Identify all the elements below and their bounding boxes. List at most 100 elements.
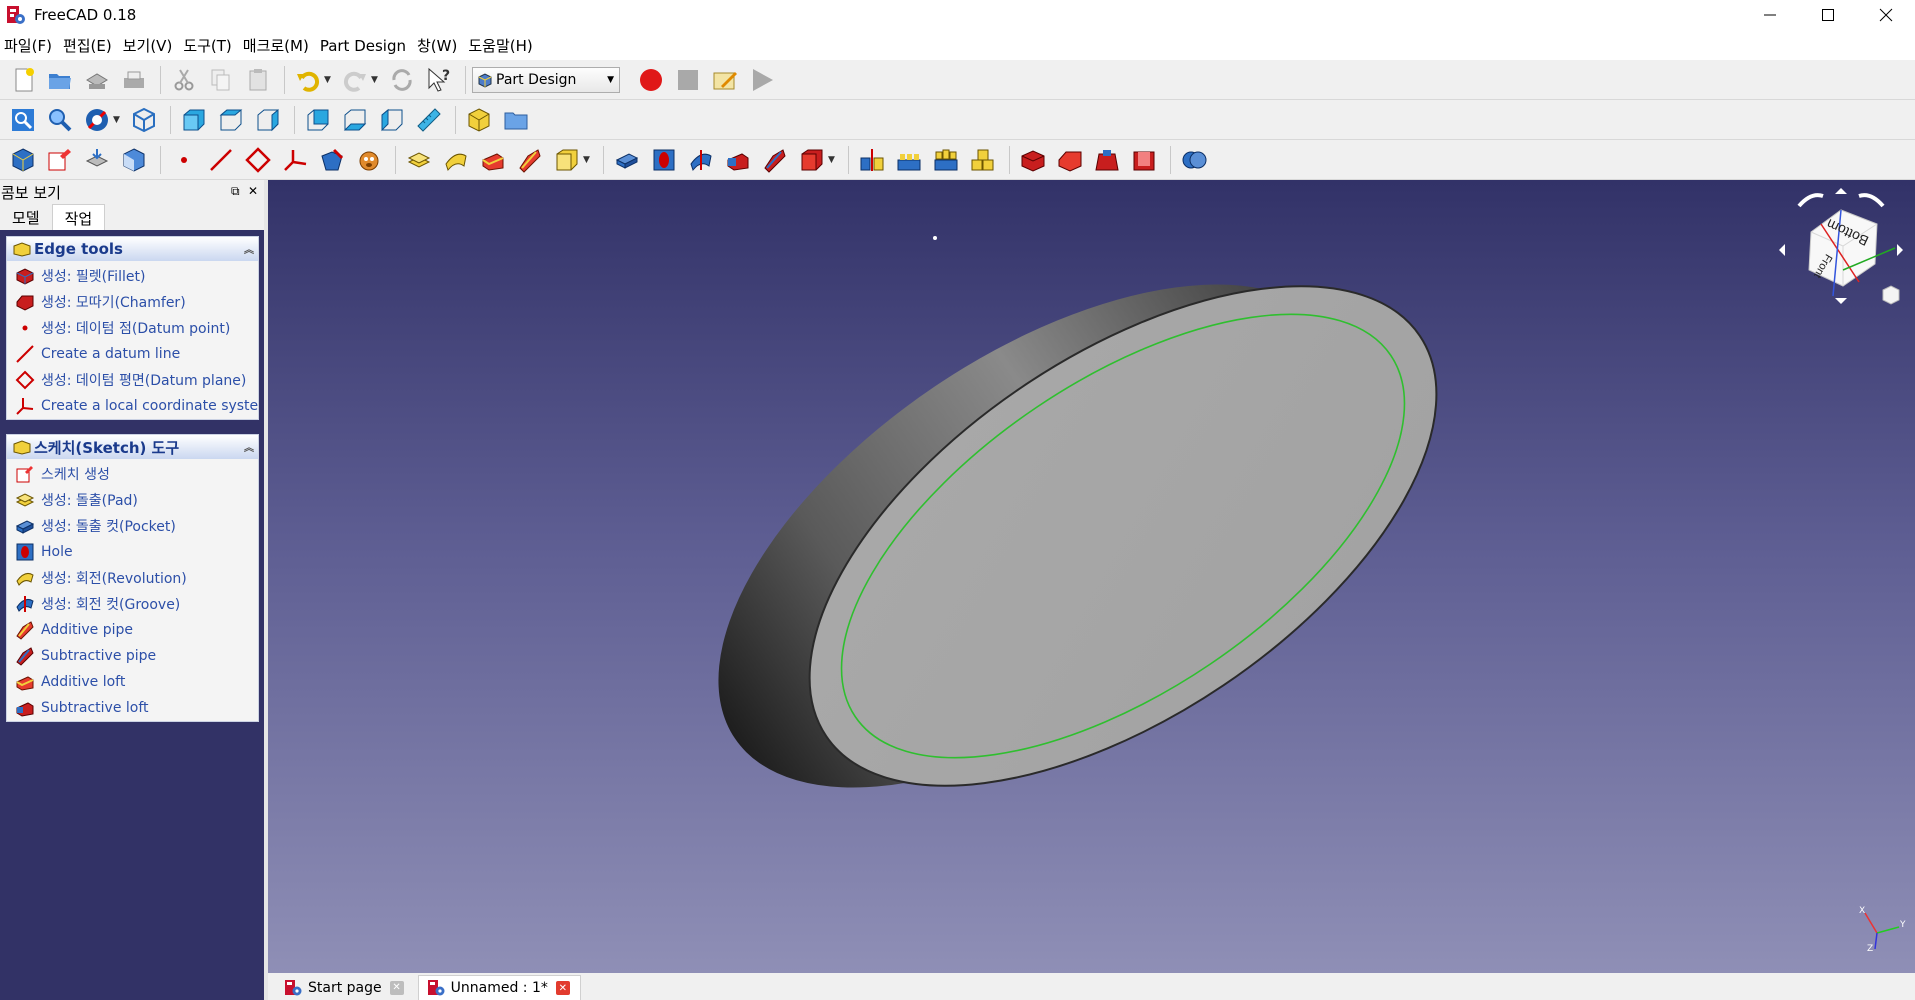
close-tab-icon[interactable]: ✕ [389, 980, 404, 995]
datum-point-button[interactable] [167, 143, 201, 177]
maximize-button[interactable] [1799, 0, 1857, 30]
arrow-left-icon[interactable] [1779, 244, 1785, 256]
additive-loft-button[interactable] [476, 143, 510, 177]
task-chamfer[interactable]: 생성: 모따기(Chamfer) [7, 289, 258, 315]
multi-transform-button[interactable] [966, 143, 1000, 177]
top-view-button[interactable] [214, 103, 248, 137]
macro-execute-button[interactable] [745, 63, 779, 97]
task-local-coordinate-system[interactable]: Create a local coordinate system [7, 393, 258, 419]
task-pocket[interactable]: 생성: 돌출 컷(Pocket) [7, 513, 258, 539]
subtractive-loft-button[interactable] [721, 143, 755, 177]
menu-view[interactable]: 보기(V) [121, 35, 182, 56]
new-document-button[interactable] [6, 63, 40, 97]
hole-button[interactable] [647, 143, 681, 177]
task-datum-point[interactable]: 생성: 데이텀 점(Datum point) [7, 315, 258, 341]
additive-primitive-dropdown[interactable]: ▼ [583, 155, 591, 165]
draw-style-button[interactable] [80, 103, 114, 137]
rear-view-button[interactable] [301, 103, 335, 137]
minimize-button[interactable] [1741, 0, 1799, 30]
view-menu-cube-icon[interactable] [1882, 285, 1900, 305]
draft-button[interactable] [1090, 143, 1124, 177]
undo-dropdown[interactable]: ▼ [324, 75, 332, 85]
task-groove[interactable]: 생성: 회전 컷(Groove) [7, 591, 258, 617]
task-additive-pipe[interactable]: Additive pipe [7, 617, 258, 643]
macro-record-button[interactable] [634, 63, 668, 97]
subtractive-pipe-button[interactable] [758, 143, 792, 177]
fillet-button[interactable] [1016, 143, 1050, 177]
menu-part-design[interactable]: Part Design [318, 37, 415, 55]
close-panel-icon[interactable]: ✕ [248, 184, 258, 198]
task-subtractive-pipe[interactable]: Subtractive pipe [7, 643, 258, 669]
sketch-tools-header[interactable]: 스케치(Sketch) 도구 ︽ [7, 435, 258, 459]
3d-viewport[interactable]: Bottom Front X Y Z [268, 180, 1915, 973]
menu-windows[interactable]: 창(W) [415, 35, 466, 56]
task-datum-plane[interactable]: 생성: 데이텀 평면(Datum plane) [7, 367, 258, 393]
macro-edit-button[interactable] [708, 63, 742, 97]
navigation-cube[interactable]: Bottom Front [1771, 184, 1911, 334]
isometric-view-button[interactable] [127, 103, 161, 137]
copy-button[interactable] [204, 63, 238, 97]
tab-start-page[interactable]: Start page ✕ [276, 975, 414, 1000]
arrow-down-icon[interactable] [1835, 298, 1847, 304]
task-pad[interactable]: 생성: 돌출(Pad) [7, 487, 258, 513]
shapebinder-dog-button[interactable] [352, 143, 386, 177]
float-panel-icon[interactable]: ⧉ [231, 184, 240, 199]
left-view-button[interactable] [375, 103, 409, 137]
groove-button[interactable] [684, 143, 718, 177]
draw-style-dropdown[interactable]: ▼ [113, 115, 121, 125]
fit-selection-button[interactable] [43, 103, 77, 137]
menu-help[interactable]: 도움말(H) [466, 35, 541, 56]
print-button[interactable] [117, 63, 151, 97]
tab-model[interactable]: 모델 [0, 204, 52, 230]
shape-binder-button[interactable] [80, 143, 114, 177]
collapse-icon[interactable]: ︽ [244, 241, 254, 256]
front-view-button[interactable] [177, 103, 211, 137]
bottom-view-button[interactable] [338, 103, 372, 137]
task-datum-line[interactable]: Create a datum line [7, 341, 258, 367]
subtractive-primitive-dropdown[interactable]: ▼ [828, 155, 836, 165]
pad-button[interactable] [402, 143, 436, 177]
redo-dropdown[interactable]: ▼ [371, 75, 379, 85]
3d-model[interactable] [268, 180, 1915, 973]
task-additive-loft[interactable]: Additive loft [7, 669, 258, 695]
create-part-button[interactable] [462, 103, 496, 137]
task-hole[interactable]: Hole [7, 539, 258, 565]
collapse-icon[interactable]: ︽ [244, 439, 254, 454]
edge-tools-header[interactable]: Edge tools ︽ [7, 237, 258, 261]
paste-button[interactable] [241, 63, 275, 97]
fit-all-button[interactable] [6, 103, 40, 137]
datum-line-button[interactable] [204, 143, 238, 177]
arrow-up-icon[interactable] [1835, 188, 1847, 194]
save-button[interactable] [80, 63, 114, 97]
rotate-right-arrow-icon[interactable] [1858, 193, 1885, 208]
rotate-left-arrow-icon[interactable] [1797, 193, 1824, 208]
boolean-button[interactable] [1177, 143, 1211, 177]
right-view-button[interactable] [251, 103, 285, 137]
create-sketch-button[interactable] [43, 143, 77, 177]
datum-plane-button[interactable] [241, 143, 275, 177]
refresh-button[interactable] [385, 63, 419, 97]
tab-tasks[interactable]: 작업 [51, 204, 106, 230]
chamfer-button[interactable] [1053, 143, 1087, 177]
pocket-button[interactable] [610, 143, 644, 177]
menu-edit[interactable]: 편집(E) [61, 35, 121, 56]
task-create-sketch[interactable]: 스케치 생성 [7, 461, 258, 487]
undo-button[interactable] [291, 63, 325, 97]
linear-pattern-button[interactable] [892, 143, 926, 177]
close-tab-icon[interactable]: ✕ [555, 981, 570, 995]
additive-primitive-button[interactable] [550, 143, 584, 177]
arrow-right-icon[interactable] [1897, 244, 1903, 256]
local-cs-button[interactable] [278, 143, 312, 177]
close-window-button[interactable] [1857, 0, 1915, 30]
cut-button[interactable] [167, 63, 201, 97]
measure-distance-button[interactable] [412, 103, 446, 137]
whats-this-button[interactable]: ? [422, 63, 456, 97]
task-revolution[interactable]: 생성: 회전(Revolution) [7, 565, 258, 591]
create-group-button[interactable] [499, 103, 533, 137]
redo-button[interactable] [338, 63, 372, 97]
task-subtractive-loft[interactable]: Subtractive loft [7, 695, 258, 721]
create-body-button[interactable] [6, 143, 40, 177]
sub-shape-binder-button[interactable] [315, 143, 349, 177]
polar-pattern-button[interactable] [929, 143, 963, 177]
menu-tools[interactable]: 도구(T) [181, 35, 240, 56]
